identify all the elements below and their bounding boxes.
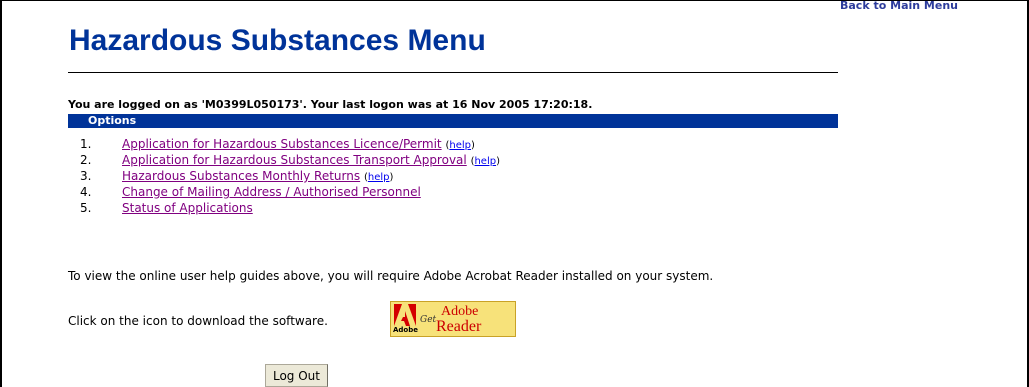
options-header-label: Options (88, 114, 137, 127)
frame-left-border (0, 0, 2, 387)
get-adobe-reader-button[interactable]: Adobe Get Adobe Reader (390, 301, 516, 337)
logon-status: You are logged on as 'M0399L050173'. You… (68, 98, 593, 111)
transport-approval-help-link[interactable]: help (474, 156, 496, 167)
option-number: 3. (80, 169, 92, 183)
monthly-returns-help-link[interactable]: help (368, 172, 390, 183)
option-number: 2. (80, 153, 92, 167)
page-title: Hazardous Substances Menu (69, 24, 486, 57)
acrobat-requirement-text: To view the online user help guides abov… (68, 269, 714, 283)
adobe-reader-word: Reader (436, 318, 482, 335)
list-item: 1. Application for Hazardous Substances L… (80, 137, 475, 151)
options-header-bar: Options (68, 114, 838, 128)
option-number: 1. (80, 137, 92, 151)
licence-permit-application-link[interactable]: Application for Hazardous Substances Lic… (122, 137, 442, 151)
back-to-main-menu-link[interactable]: Back to Main Menu (840, 0, 958, 12)
list-item: 3. Hazardous Substances Monthly Returns (… (80, 169, 394, 183)
option-number: 5. (80, 201, 92, 215)
adobe-get-text: Get (420, 315, 437, 325)
transport-approval-application-link[interactable]: Application for Hazardous Substances Tra… (122, 153, 467, 167)
adobe-reader-icon (394, 304, 416, 326)
option-number: 4. (80, 185, 92, 199)
status-of-applications-link[interactable]: Status of Applications (122, 201, 253, 215)
monthly-returns-link[interactable]: Hazardous Substances Monthly Returns (122, 169, 360, 183)
licence-permit-help-link[interactable]: help (449, 140, 471, 151)
list-item: 4. Change of Mailing Address / Authorised… (80, 184, 500, 200)
list-item: 5. Status of Applications (80, 200, 500, 216)
adobe-brand-mark: Adobe (393, 326, 418, 334)
change-mailing-address-link[interactable]: Change of Mailing Address / Authorised P… (122, 185, 421, 199)
list-item: 2. Application for Hazardous Substances T… (80, 153, 500, 167)
log-out-button[interactable]: Log Out (265, 364, 328, 387)
title-divider (68, 72, 838, 73)
options-list: 1. Application for Hazardous Substances L… (80, 136, 500, 216)
download-instruction-text: Click on the icon to download the softwa… (68, 314, 328, 328)
